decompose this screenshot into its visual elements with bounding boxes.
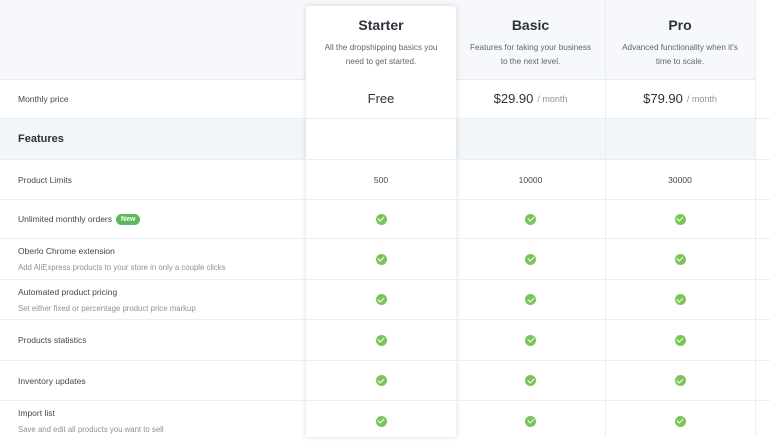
- price-unit: / month: [686, 93, 717, 104]
- check-icon: [525, 213, 536, 225]
- check-icon: [375, 213, 387, 225]
- row-label: Import list: [18, 408, 55, 418]
- check-icon: [674, 375, 686, 386]
- row-label: Inventory updates: [18, 375, 86, 386]
- plan-header-basic: Basic Features for taking your business …: [456, 0, 605, 79]
- check-icon: [525, 253, 536, 265]
- row-label: Unlimited monthly orders: [18, 214, 113, 224]
- check-icon: [375, 294, 387, 305]
- row-sublabel: Set either fixed or percentage product p…: [18, 303, 196, 313]
- price-unit: / month: [537, 93, 568, 104]
- row-sublabel: Save and edit all products you want to s…: [18, 425, 164, 434]
- plan-name: Basic: [511, 17, 550, 33]
- plan-name: Pro: [668, 17, 692, 33]
- feature-row-automated-pricing: Automated product pricing Set either fix…: [0, 280, 770, 320]
- plan-description: All the dropshipping basics you need to …: [324, 43, 438, 66]
- check-icon: [525, 294, 536, 305]
- plan-description: Advanced functionality when it's time to…: [622, 43, 738, 66]
- limit-value: 30000: [668, 174, 692, 185]
- limit-value: 10000: [518, 174, 543, 185]
- check-icon: [674, 334, 686, 346]
- check-icon: [525, 375, 536, 386]
- feature-row-product-limits: Product Limits 500 10000 30000: [0, 160, 770, 200]
- limit-value: 500: [373, 174, 389, 185]
- plan-header-starter: Starter All the dropshipping basics you …: [306, 0, 456, 79]
- row-label: Product Limits: [18, 174, 72, 185]
- plan-name: Starter: [358, 17, 404, 33]
- check-icon: [674, 415, 686, 427]
- monthly-price-row: Monthly price Free $29.90/ month $79.90/…: [0, 79, 770, 119]
- row-label: Oberlo Chrome extension: [18, 246, 115, 256]
- features-heading-row: Features: [0, 119, 770, 160]
- feature-row-unlimited-orders: Unlimited monthly orders New: [0, 200, 770, 239]
- check-icon: [525, 415, 536, 427]
- price-basic: $29.90: [493, 91, 534, 106]
- new-badge: New: [116, 213, 141, 225]
- check-icon: [375, 375, 387, 386]
- check-icon: [375, 334, 387, 346]
- plan-description: Features for taking your business to the…: [469, 43, 592, 66]
- check-icon: [375, 415, 387, 427]
- plan-header-pro: Pro Advanced functionality when it's tim…: [605, 0, 755, 79]
- check-icon: [674, 253, 686, 265]
- features-heading: Features: [18, 133, 64, 145]
- check-icon: [525, 334, 536, 346]
- price-pro: $79.90: [643, 91, 683, 106]
- row-label: Automated product pricing: [18, 286, 118, 297]
- row-sublabel: Add AliExpress products to your store in…: [18, 263, 226, 272]
- feature-row-chrome-extension: Oberlo Chrome extension Add AliExpress p…: [0, 239, 770, 280]
- row-label: Monthly price: [18, 93, 69, 104]
- check-icon: [375, 253, 387, 265]
- check-icon: [674, 294, 686, 305]
- check-icon: [674, 213, 686, 225]
- row-label: Products statistics: [18, 335, 87, 345]
- feature-row-inventory-updates: Inventory updates: [0, 361, 770, 401]
- feature-row-import-list: Import list Save and edit all products y…: [0, 401, 770, 441]
- pricing-table: Starter All the dropshipping basics you …: [0, 0, 770, 437]
- price-starter: Free: [367, 91, 395, 106]
- feature-row-products-statistics: Products statistics: [0, 320, 770, 361]
